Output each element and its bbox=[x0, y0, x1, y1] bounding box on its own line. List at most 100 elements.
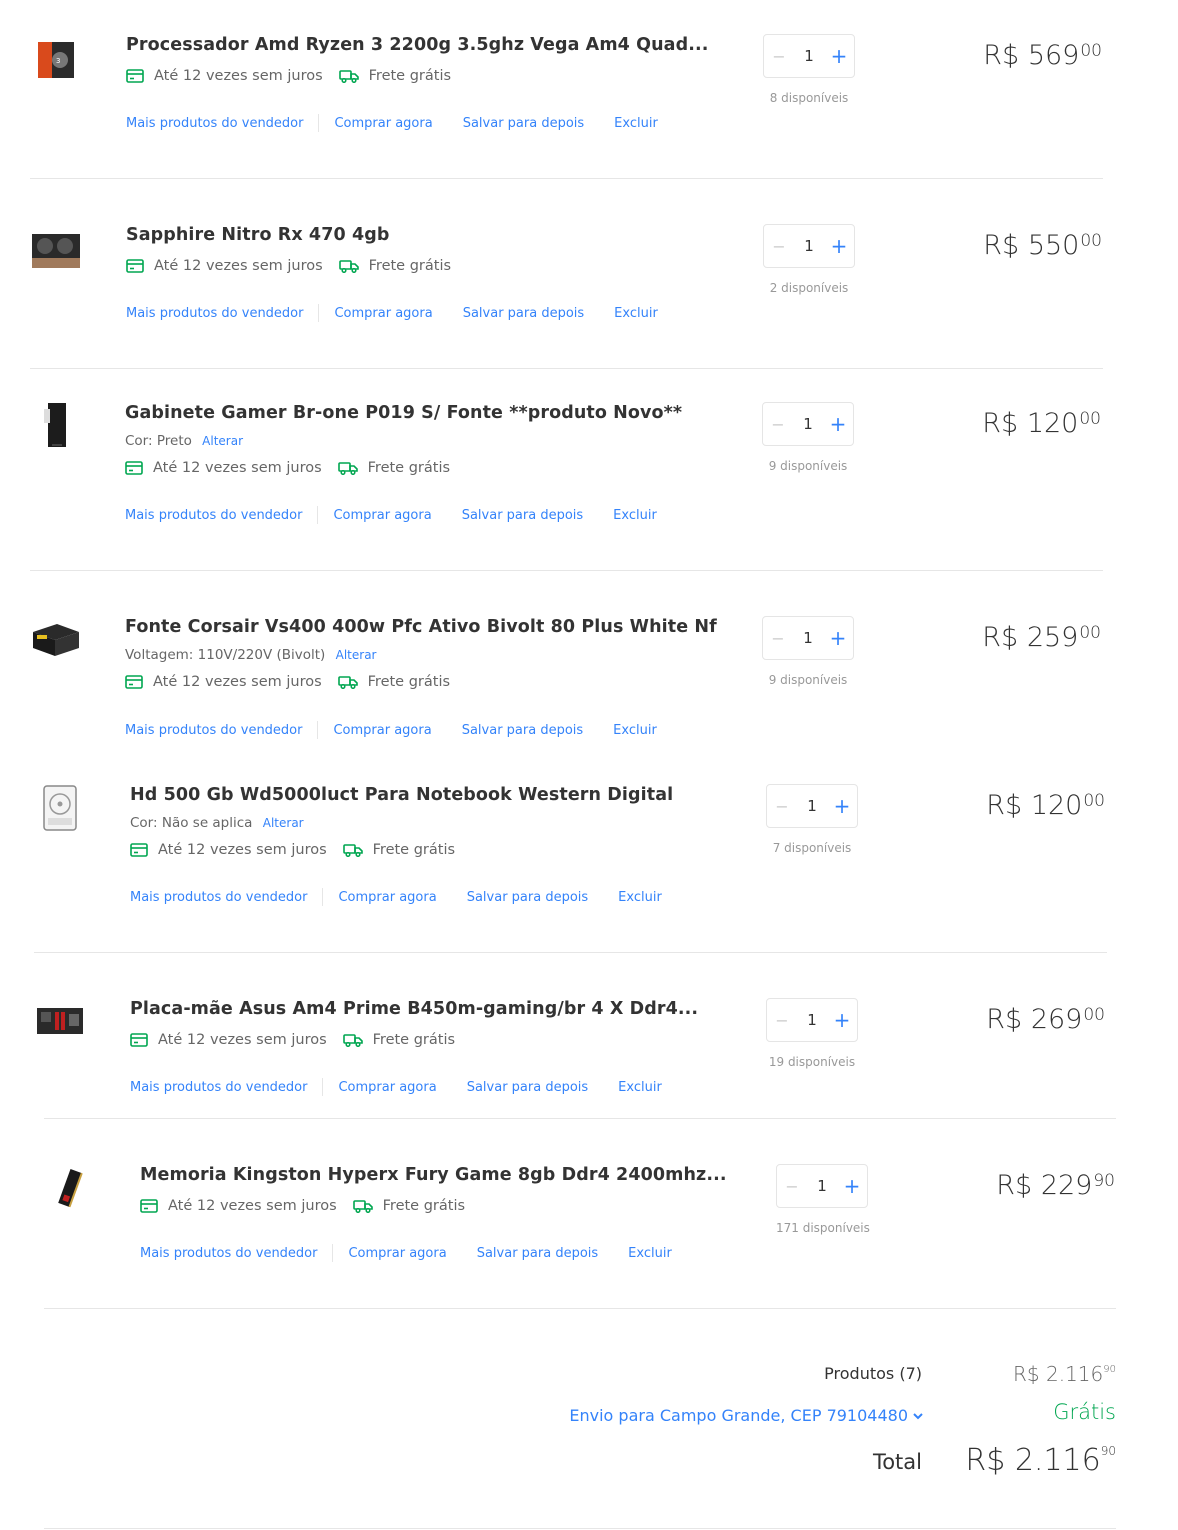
increase-button[interactable]: + bbox=[827, 1008, 857, 1032]
save-for-later-link[interactable]: Salvar para depois bbox=[463, 306, 584, 321]
buy-now-link[interactable]: Comprar agora bbox=[334, 116, 432, 131]
products-subtotal: R$ 2.11690 bbox=[936, 1362, 1116, 1386]
buy-now-link[interactable]: Comprar agora bbox=[338, 1080, 436, 1095]
save-for-later-link[interactable]: Salvar para depois bbox=[462, 508, 583, 523]
delete-link[interactable]: Excluir bbox=[614, 306, 658, 321]
decrease-button[interactable]: − bbox=[764, 237, 794, 256]
item-title[interactable]: Placa-mãe Asus Am4 Prime B450m-gaming/br… bbox=[130, 999, 698, 1019]
truck-icon bbox=[352, 1199, 373, 1213]
increase-button[interactable]: + bbox=[824, 44, 854, 68]
currency: R$ bbox=[986, 1004, 1023, 1035]
decrease-button[interactable]: − bbox=[767, 1011, 797, 1030]
item-title[interactable]: Sapphire Nitro Rx 470 4gb bbox=[126, 225, 389, 245]
pc-case-icon[interactable] bbox=[30, 400, 82, 452]
quantity-value[interactable]: 1 bbox=[793, 415, 823, 433]
item-title[interactable]: Hd 500 Gb Wd5000luct Para Notebook Weste… bbox=[130, 785, 673, 805]
item-title[interactable]: Processador Amd Ryzen 3 2200g 3.5ghz Veg… bbox=[126, 35, 708, 55]
quantity-value[interactable]: 1 bbox=[797, 797, 827, 815]
more-from-seller-link[interactable]: Mais produtos do vendedor bbox=[125, 508, 302, 523]
more-from-seller-link[interactable]: Mais produtos do vendedor bbox=[130, 890, 307, 905]
increase-button[interactable]: + bbox=[823, 626, 853, 650]
change-variant-link[interactable]: Alterar bbox=[336, 648, 377, 662]
price-cents: 00 bbox=[1080, 41, 1102, 61]
save-for-later-link[interactable]: Salvar para depois bbox=[477, 1246, 598, 1261]
save-for-later-link[interactable]: Salvar para depois bbox=[463, 116, 584, 131]
buy-now-link[interactable]: Comprar agora bbox=[348, 1246, 446, 1261]
price-integer: 229 bbox=[1040, 1170, 1093, 1201]
item-price: R$ 12000 bbox=[901, 408, 1101, 439]
change-variant-link[interactable]: Alterar bbox=[263, 816, 304, 830]
installments-text: Até 12 vezes sem juros bbox=[153, 674, 322, 690]
price-cents: 90 bbox=[1093, 1171, 1115, 1191]
shipping-destination-text[interactable]: Envio para Campo Grande, CEP 79104480 bbox=[569, 1406, 908, 1425]
delete-link[interactable]: Excluir bbox=[613, 723, 657, 738]
installments-text: Até 12 vezes sem juros bbox=[153, 460, 322, 476]
delete-link[interactable]: Excluir bbox=[613, 508, 657, 523]
save-for-later-link[interactable]: Salvar para depois bbox=[467, 1080, 588, 1095]
currency: R$ bbox=[982, 622, 1019, 653]
item-badges: Até 12 vezes sem juros Frete grátis bbox=[126, 68, 451, 84]
save-for-later-link[interactable]: Salvar para depois bbox=[462, 723, 583, 738]
item-title[interactable]: Fonte Corsair Vs400 400w Pfc Ativo Bivol… bbox=[125, 617, 717, 637]
quantity-stepper: − 1 + bbox=[776, 1164, 868, 1208]
more-from-seller-link[interactable]: Mais produtos do vendedor bbox=[125, 723, 302, 738]
decrease-button[interactable]: − bbox=[777, 1177, 807, 1196]
more-from-seller-link[interactable]: Mais produtos do vendedor bbox=[140, 1246, 317, 1261]
buy-now-link[interactable]: Comprar agora bbox=[333, 508, 431, 523]
decrease-button[interactable]: − bbox=[763, 629, 793, 648]
chevron-down-icon[interactable] bbox=[912, 1410, 924, 1422]
decrease-button[interactable]: − bbox=[767, 797, 797, 816]
item-price: R$ 25900 bbox=[901, 622, 1101, 653]
more-from-seller-link[interactable]: Mais produtos do vendedor bbox=[126, 306, 303, 321]
quantity-value[interactable]: 1 bbox=[797, 1011, 827, 1029]
delete-link[interactable]: Excluir bbox=[628, 1246, 672, 1261]
item-divider bbox=[30, 368, 1103, 369]
item-title[interactable]: Gabinete Gamer Br-one P019 S/ Fonte **pr… bbox=[125, 403, 682, 423]
item-badges: Até 12 vezes sem juros Frete grátis bbox=[140, 1198, 465, 1214]
decrease-button[interactable]: − bbox=[764, 47, 794, 66]
increase-button[interactable]: + bbox=[827, 794, 857, 818]
stock-available: 9 disponíveis bbox=[768, 459, 848, 473]
shipping-text: Frete grátis bbox=[382, 1198, 466, 1214]
gpu-card-icon[interactable] bbox=[30, 222, 82, 274]
item-variant: Cor: Não se aplica Alterar bbox=[130, 815, 304, 831]
item-price: R$ 22990 bbox=[915, 1170, 1115, 1201]
item-price: R$ 12000 bbox=[905, 790, 1105, 821]
buy-now-link[interactable]: Comprar agora bbox=[334, 306, 432, 321]
more-from-seller-link[interactable]: Mais produtos do vendedor bbox=[126, 116, 303, 131]
shipping-destination[interactable]: Envio para Campo Grande, CEP 79104480 bbox=[540, 1406, 924, 1425]
cpu-box-icon[interactable]: 3 bbox=[30, 34, 82, 86]
stock-available: 9 disponíveis bbox=[768, 673, 848, 687]
variant-value: Preto bbox=[156, 433, 192, 449]
quantity-value[interactable]: 1 bbox=[794, 237, 824, 255]
more-from-seller-link[interactable]: Mais produtos do vendedor bbox=[130, 1080, 307, 1095]
divider bbox=[322, 1078, 324, 1096]
currency: R$ bbox=[983, 230, 1020, 261]
quantity-value[interactable]: 1 bbox=[807, 1177, 837, 1195]
item-price: R$ 55000 bbox=[902, 230, 1102, 261]
delete-link[interactable]: Excluir bbox=[618, 890, 662, 905]
change-variant-link[interactable]: Alterar bbox=[202, 434, 243, 448]
price-integer: 550 bbox=[1027, 230, 1080, 261]
delete-link[interactable]: Excluir bbox=[614, 116, 658, 131]
currency: R$ bbox=[996, 1170, 1033, 1201]
delete-link[interactable]: Excluir bbox=[618, 1080, 662, 1095]
increase-button[interactable]: + bbox=[823, 412, 853, 436]
item-variant: Voltagem: 110V/220V (Bivolt) Alterar bbox=[125, 647, 376, 663]
quantity-value[interactable]: 1 bbox=[794, 47, 824, 65]
ram-stick-icon[interactable] bbox=[44, 1162, 96, 1214]
quantity-value[interactable]: 1 bbox=[793, 629, 823, 647]
power-supply-icon[interactable] bbox=[30, 614, 82, 666]
item-actions: Mais produtos do vendedor Comprar agora … bbox=[130, 888, 662, 906]
increase-button[interactable]: + bbox=[824, 234, 854, 258]
decrease-button[interactable]: − bbox=[763, 415, 793, 434]
buy-now-link[interactable]: Comprar agora bbox=[338, 890, 436, 905]
motherboard-icon[interactable] bbox=[34, 994, 86, 1046]
quantity-stepper: − 1 + bbox=[762, 616, 854, 660]
save-for-later-link[interactable]: Salvar para depois bbox=[467, 890, 588, 905]
increase-button[interactable]: + bbox=[837, 1174, 867, 1198]
buy-now-link[interactable]: Comprar agora bbox=[333, 723, 431, 738]
item-title[interactable]: Memoria Kingston Hyperx Fury Game 8gb Dd… bbox=[140, 1165, 727, 1185]
currency: R$ bbox=[1013, 1362, 1040, 1386]
hard-drive-icon[interactable] bbox=[34, 782, 86, 834]
